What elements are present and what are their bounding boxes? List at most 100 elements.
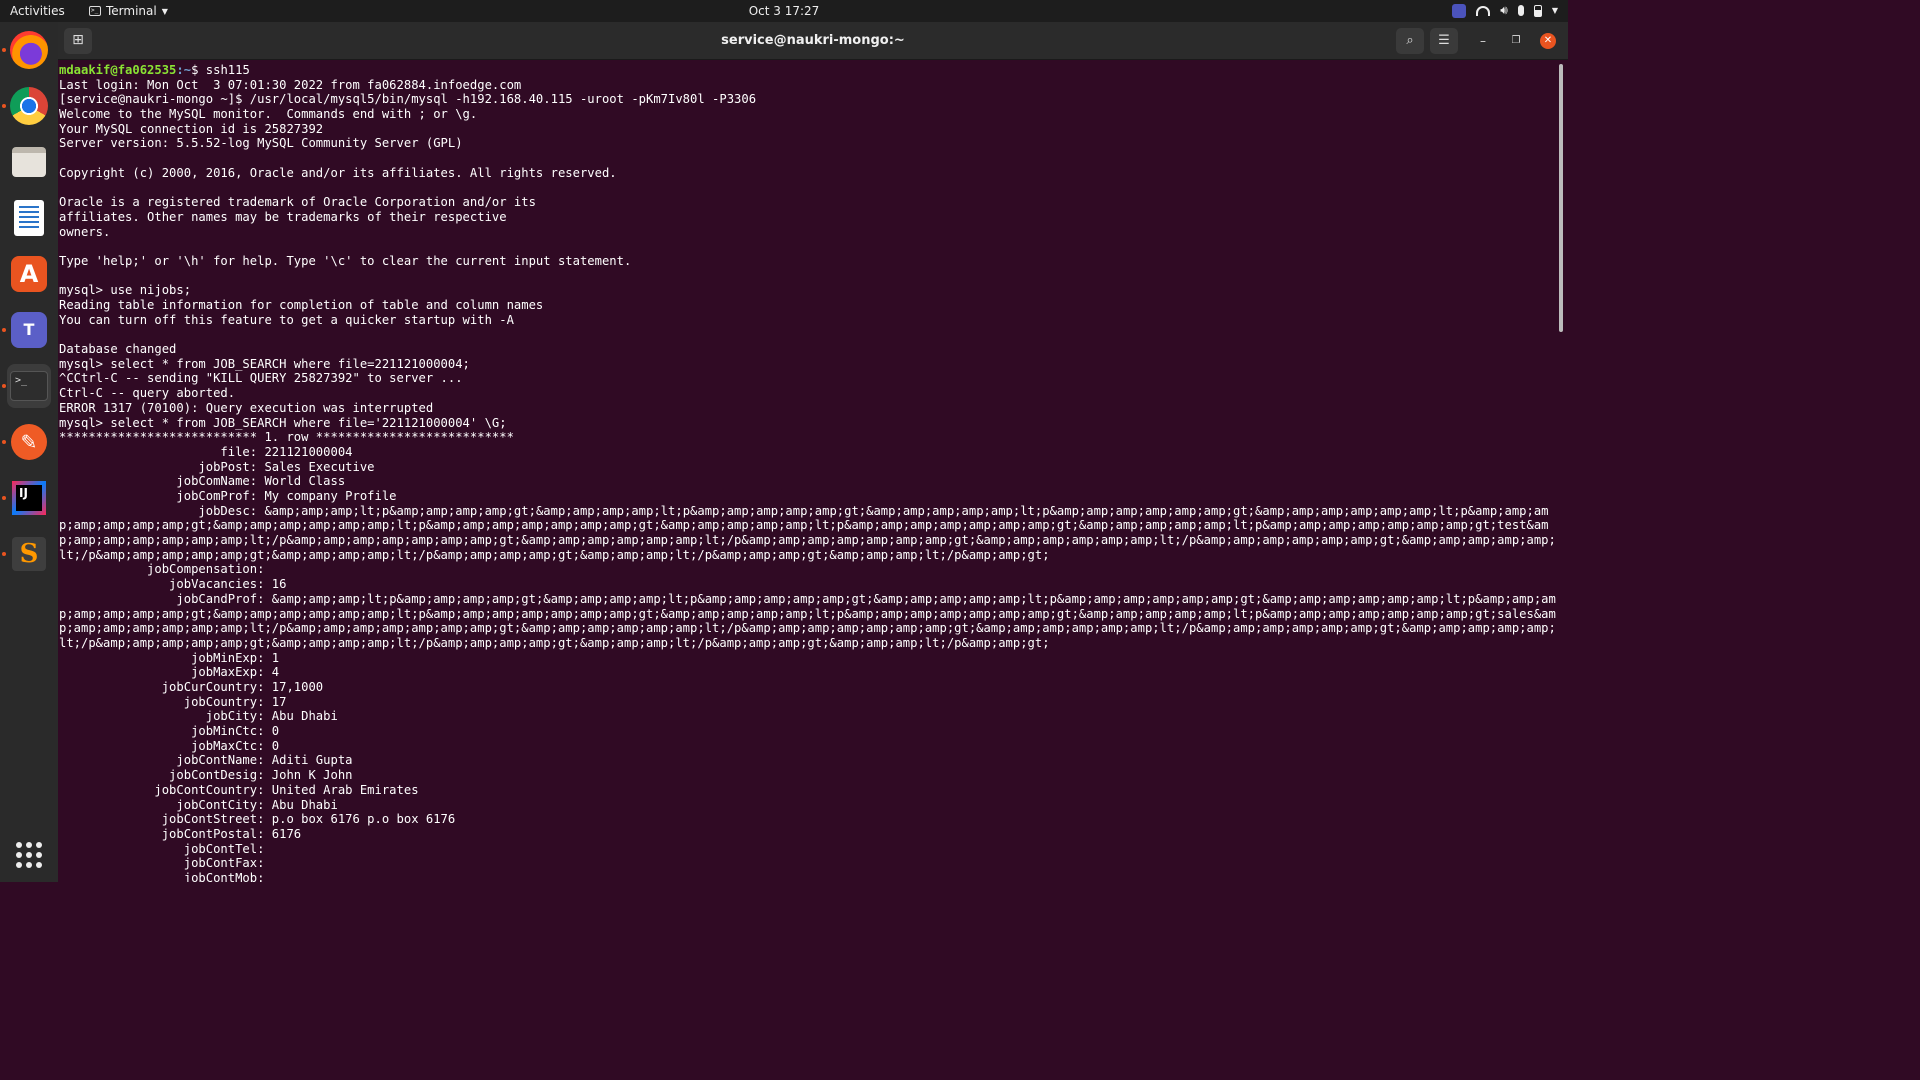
app-menu[interactable]: >_ Terminal ▼ — [89, 4, 168, 18]
terminal-lines: Last login: Mon Oct 3 07:01:30 2022 from… — [59, 78, 1558, 882]
running-indicator — [2, 552, 6, 556]
hamburger-icon: ☰ — [1438, 33, 1450, 48]
running-indicator — [2, 328, 6, 332]
terminal-line: Welcome to the MySQL monitor. Commands e… — [59, 107, 478, 122]
terminal-line: jobCurCountry: 17,1000 — [59, 680, 324, 694]
search-button[interactable]: ⌕ — [1396, 28, 1424, 54]
teams-icon: T — [11, 312, 47, 348]
show-applications-button[interactable] — [16, 842, 42, 868]
terminal-line: ^CCtrl-C -- sending "KILL QUERY 25827392… — [59, 371, 463, 386]
running-indicator — [2, 48, 6, 52]
wifi-icon[interactable] — [1476, 5, 1491, 16]
terminal-line: jobContStreet: p.o box 6176 p.o box 6176 — [59, 812, 456, 827]
dock-item-teams[interactable]: T — [2, 308, 51, 352]
terminal-line: jobComProf: My company Profile — [59, 488, 397, 503]
restore-button[interactable]: ❐ — [1508, 33, 1524, 49]
prompt-command: $ ssh115 — [191, 63, 250, 77]
app-menu-label: Terminal — [106, 4, 157, 18]
terminal-window: ⊞ service@naukri-mongo:~ ⌕ ☰ – ❐ ✕ mdaak… — [58, 22, 1568, 882]
terminal-line: mysql> select * from JOB_SEARCH where fi… — [59, 356, 470, 371]
terminal-line: jobContCity: Abu Dhabi — [59, 797, 338, 812]
teams-tray-icon[interactable] — [1452, 3, 1467, 18]
terminal-line: jobMinCtc: 0 — [59, 724, 280, 739]
running-indicator — [2, 104, 6, 108]
running-indicator — [2, 384, 6, 388]
terminal-output[interactable]: mdaakif@fa062535:~$ ssh115 Last login: M… — [58, 61, 1558, 882]
terminal-line: mdaakif@fa062535:~$ ssh115 — [59, 63, 1558, 78]
terminal-line: Type 'help;' or '\h' for help. Type '\c'… — [59, 253, 632, 268]
battery-icon[interactable] — [1533, 4, 1542, 17]
terminal-line: affiliates. Other names may be trademark… — [59, 209, 507, 224]
prompt-path: :~ — [176, 63, 192, 77]
scrollbar[interactable] — [1559, 62, 1564, 882]
window-title: service@naukri-mongo:~ — [721, 33, 905, 48]
scrollbar-thumb[interactable] — [1559, 64, 1563, 332]
terminal-line: jobCandProf: &amp;amp;amp;lt;p&amp;amp;a… — [59, 591, 1556, 650]
menu-button[interactable]: ☰ — [1430, 28, 1458, 54]
terminal-line: jobContDesig: John K John — [59, 768, 353, 783]
top-bar: Activities >_ Terminal ▼ Oct 3 17:27 🔊︎ … — [0, 0, 1568, 22]
dock-item-terminal[interactable]: >_ — [2, 364, 51, 408]
chrome-icon — [10, 87, 48, 125]
terminal-line: mysql> use nijobs; — [59, 283, 192, 298]
terminal-line: You can turn off this feature to get a q… — [59, 312, 514, 327]
dock-item-chrome[interactable] — [2, 84, 51, 128]
terminal-line: [service@naukri-mongo ~]$ /usr/local/mys… — [59, 92, 757, 107]
firefox-icon — [10, 31, 48, 69]
terminal-line: jobContCountry: United Arab Emirates — [59, 782, 419, 797]
dock: A T >_ ✎ IJ S — [0, 22, 58, 882]
microphone-icon[interactable] — [1517, 5, 1524, 16]
clock[interactable]: Oct 3 17:27 — [749, 4, 820, 18]
terminal-line: jobPost: Sales Executive — [59, 459, 375, 474]
close-button[interactable]: ✕ — [1540, 33, 1556, 49]
terminal-line: jobMinExp: 1 — [59, 650, 280, 665]
terminal-line: owners. — [59, 224, 111, 239]
intellij-icon: IJ — [12, 481, 46, 515]
volume-icon[interactable]: 🔊︎ — [1500, 3, 1508, 18]
terminal-line: Server version: 5.5.52-log MySQL Communi… — [59, 136, 463, 151]
new-tab-button[interactable]: ⊞ — [64, 28, 92, 54]
terminal-icon: >_ — [10, 371, 48, 401]
dock-item-files[interactable] — [7, 140, 51, 184]
dock-item-writer[interactable] — [7, 196, 51, 240]
terminal-icon: >_ — [89, 6, 101, 16]
dock-item-intellij[interactable]: IJ — [2, 476, 51, 520]
title-bar[interactable]: ⊞ service@naukri-mongo:~ ⌕ ☰ – ❐ ✕ — [58, 22, 1568, 60]
dock-item-firefox[interactable] — [2, 28, 51, 72]
terminal-line: jobContMob: — [59, 870, 272, 882]
software-store-icon: A — [11, 256, 47, 292]
terminal-line: jobCity: Abu Dhabi — [59, 709, 338, 724]
writer-icon — [14, 200, 44, 236]
terminal-line: file: 221121000004 — [59, 444, 353, 459]
terminal-line: jobCountry: 17 — [59, 694, 287, 709]
sublime-text-icon: S — [12, 537, 46, 571]
chevron-down-icon[interactable]: ▼ — [1552, 6, 1558, 15]
terminal-line: jobDesc: &amp;amp;amp;lt;p&amp;amp;amp;a… — [59, 503, 1556, 562]
terminal-line: jobContName: Aditi Gupta — [59, 753, 353, 768]
running-indicator — [2, 496, 6, 500]
terminal-line: jobMaxExp: 4 — [59, 665, 280, 680]
files-icon — [12, 147, 46, 177]
terminal-line: mysql> select * from JOB_SEARCH where fi… — [59, 415, 507, 430]
dock-item-postman[interactable]: ✎ — [2, 420, 51, 464]
prompt-user: mdaakif@fa062535 — [59, 63, 177, 77]
terminal-line: jobVacancies: 16 — [59, 577, 287, 592]
search-icon: ⌕ — [1406, 33, 1414, 48]
terminal-line: Reading table information for completion… — [59, 298, 544, 312]
system-tray[interactable]: 🔊︎ ▼ — [1452, 3, 1558, 18]
dock-item-software[interactable]: A — [7, 252, 51, 296]
terminal-line: *************************** 1. row *****… — [59, 430, 514, 445]
terminal-line: Database changed — [59, 342, 177, 357]
terminal-line: Copyright (c) 2000, 2016, Oracle and/or … — [59, 165, 617, 180]
dock-item-sublime[interactable]: S — [2, 532, 51, 576]
activities-button[interactable]: Activities — [10, 4, 65, 18]
terminal-line: jobContFax: — [59, 856, 272, 871]
terminal-line: Last login: Mon Oct 3 07:01:30 2022 from… — [59, 77, 522, 92]
minimize-button[interactable]: – — [1475, 33, 1491, 49]
terminal-line: Oracle is a registered trademark of Orac… — [59, 195, 536, 210]
terminal-line: jobComName: World Class — [59, 474, 346, 489]
